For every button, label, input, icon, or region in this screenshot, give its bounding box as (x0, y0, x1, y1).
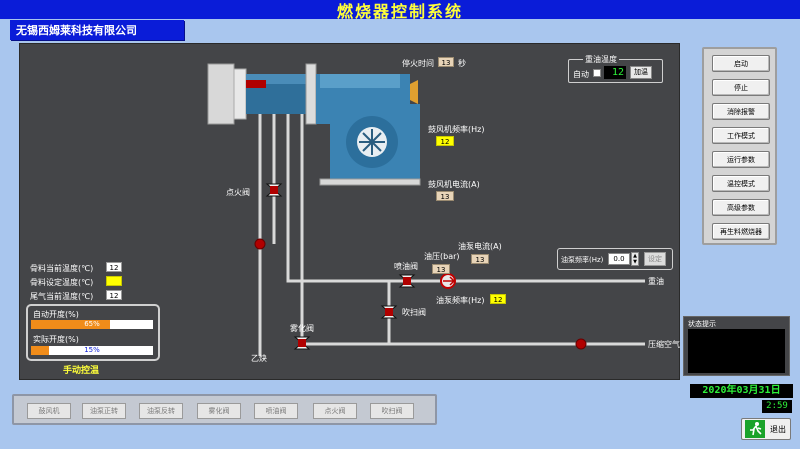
heavy-oil-temp-title: 重油温度 (583, 54, 619, 65)
run-params-button[interactable]: 运行参数 (712, 151, 770, 168)
pump-freq-label: 油泵频率(Hz) (436, 296, 485, 305)
fan-current-value: 13 (436, 191, 454, 201)
ignition-valve-label: 点火阀 (226, 188, 250, 197)
acetylene-indicator-icon (254, 238, 266, 250)
date-display: 2020年03月31日 (690, 384, 793, 398)
stop-fire-time-unit: 秒 (458, 59, 466, 68)
opening-panel: 自动开度(%) 65% 实际开度(%) 15% (26, 304, 160, 361)
heavy-oil-temp-panel: 重油温度 自动 12 加温 (568, 54, 663, 83)
exhaust-temp-label: 尾气当前温度(℃) (30, 292, 94, 301)
ignition-valve-button[interactable]: 点火阀 (313, 403, 357, 419)
oil-pump-icon (440, 273, 456, 289)
atomize-valve-button[interactable]: 雾化阀 (197, 403, 241, 419)
ignition-valve-icon (265, 183, 283, 197)
status-display (688, 329, 785, 373)
heavy-oil-temp-value: 12 (604, 66, 626, 79)
atomize-valve-label: 雾化阀 (290, 324, 314, 333)
status-panel: 状态提示 (683, 316, 790, 376)
pump-freq-set-label: 油泵频率(Hz) (561, 256, 604, 264)
oil-pressure-label: 油压(bar) (424, 252, 460, 261)
purge-valve-button[interactable]: 吹扫阀 (370, 403, 414, 419)
pump-freq-set-input[interactable]: 0.0 (608, 253, 630, 265)
process-panel: 停火时间 13 秒 鼓风机频率(Hz) 12 鼓风机电流(A) 13 点火阀 乙… (19, 43, 680, 380)
acetylene-label: 乙炔 (251, 354, 267, 363)
auto-opening-value: 65% (84, 320, 100, 328)
time-display: 2:59 (762, 400, 792, 413)
auto-opening-label: 自动开度(%) (33, 310, 79, 319)
fan-freq-label: 鼓风机频率(Hz) (428, 125, 485, 134)
air-valve-indicator-icon (575, 338, 587, 350)
pump-freq-value: 12 (490, 294, 506, 304)
heavy-oil-auto-checkbox[interactable] (593, 69, 601, 77)
company-name: 无锡西姆莱科技有限公司 (10, 20, 184, 40)
start-button[interactable]: 启动 (712, 55, 770, 72)
manual-button-bar: 鼓风机 油泵正转 油泵反转 雾化阀 喷油阀 点火阀 吹扫阀 (12, 394, 437, 425)
pump-forward-button[interactable]: 油泵正转 (82, 403, 126, 419)
clear-alarm-button[interactable]: 消除报警 (712, 103, 770, 120)
pump-current-label: 油泵电流(A) (458, 242, 502, 251)
stop-fire-time-label: 停火时间 (402, 59, 434, 68)
title-bar: 燃烧器控制系统 (0, 0, 800, 21)
spray-valve-button[interactable]: 喷油阀 (254, 403, 298, 419)
pump-freq-set-button[interactable]: 设定 (644, 252, 666, 266)
heat-button[interactable]: 加温 (630, 66, 652, 79)
aggregate-set-temp-input[interactable] (106, 276, 122, 286)
advanced-params-button[interactable]: 高级参数 (712, 199, 770, 216)
aggregate-current-temp-label: 骨料当前温度(℃) (30, 264, 94, 273)
exit-button[interactable]: 退出 (741, 418, 791, 440)
actual-opening-label: 实际开度(%) (33, 335, 79, 344)
pump-reverse-button[interactable]: 油泵反转 (139, 403, 183, 419)
purge-valve-icon (380, 305, 398, 319)
actual-opening-bar: 15% (31, 346, 153, 355)
actual-opening-value: 15% (84, 346, 100, 354)
exit-label: 退出 (770, 424, 786, 434)
temp-mode-button[interactable]: 温控模式 (712, 175, 770, 192)
status-label: 状态提示 (688, 320, 716, 328)
stop-fire-time-value: 13 (438, 57, 454, 67)
pump-freq-stepper[interactable]: ▲ ▼ (631, 252, 639, 266)
pump-freq-set-panel: 油泵频率(Hz) 0.0 ▲ ▼ 设定 (557, 248, 673, 270)
fan-freq-value: 12 (436, 136, 454, 146)
oil-pressure-value: 13 (432, 264, 450, 274)
exhaust-temp-value: 12 (106, 290, 122, 300)
temp-control-mode[interactable]: 手动控温 (63, 363, 99, 376)
stop-button[interactable]: 停止 (712, 79, 770, 96)
recycled-burner-button[interactable]: 再生料燃烧器 (712, 223, 770, 240)
auto-opening-bar: 65% (31, 320, 153, 329)
work-mode-button[interactable]: 工作模式 (712, 127, 770, 144)
spray-valve-label: 喷油阀 (394, 262, 418, 271)
fan-manual-button[interactable]: 鼓风机 (27, 403, 71, 419)
control-button-panel: 启动 停止 消除报警 工作模式 运行参数 温控模式 高级参数 再生料燃烧器 (702, 47, 777, 245)
heavy-oil-auto-label: 自动 (573, 70, 589, 79)
running-man-icon (745, 420, 765, 438)
aggregate-set-temp-label: 骨料设定温度(℃) (30, 278, 94, 287)
fan-current-label: 鼓风机电流(A) (428, 180, 480, 189)
heavy-oil-label: 重油 (648, 277, 664, 286)
aggregate-current-temp-value: 12 (106, 262, 122, 272)
burner-icon (207, 63, 421, 186)
app-title: 燃烧器控制系统 (336, 1, 463, 21)
compressed-air-label: 压缩空气 (648, 340, 680, 349)
purge-valve-label: 吹扫阀 (402, 308, 426, 317)
pump-current-value: 13 (471, 254, 489, 264)
